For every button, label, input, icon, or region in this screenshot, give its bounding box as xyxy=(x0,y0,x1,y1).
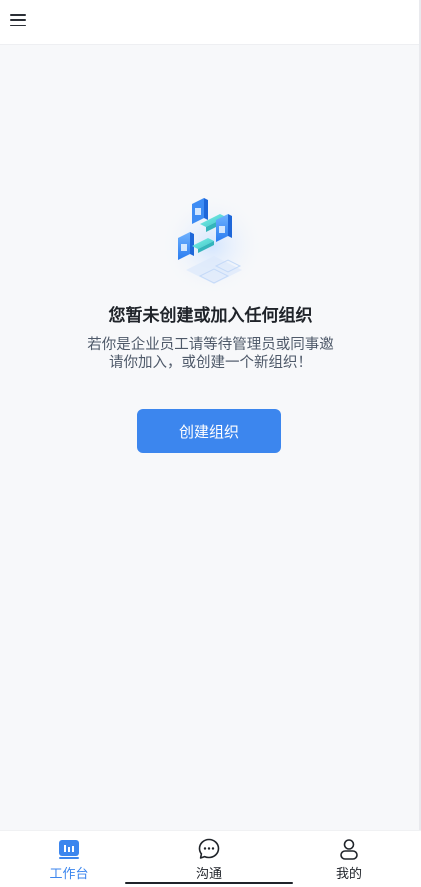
empty-state-title: 您暂未创建或加入任何组织 xyxy=(108,306,313,326)
empty-state-description: 若你是企业员工请等待管理员或同事邀请你加入，或创建一个新组织！ xyxy=(87,337,334,371)
empty-state: 您暂未创建或加入任何组织 若你是企业员工请等待管理员或同事邀请你加入，或创建一个… xyxy=(0,190,421,372)
tab-label: 沟通 xyxy=(195,867,222,882)
home-indicator xyxy=(125,882,293,884)
workbench-icon xyxy=(59,840,79,859)
tab-chat[interactable]: 沟通 xyxy=(159,831,259,887)
tab-profile[interactable]: 我的 xyxy=(299,831,399,887)
tab-workbench[interactable]: 工作台 xyxy=(19,831,119,887)
blocks-illustration xyxy=(159,193,264,297)
top-bar xyxy=(0,0,421,45)
chat-bubble-icon xyxy=(198,838,220,859)
tab-label: 工作台 xyxy=(49,867,89,882)
create-organization-button[interactable]: 创建组织 xyxy=(137,409,281,453)
tab-label: 我的 xyxy=(335,867,362,882)
hamburger-menu-icon[interactable] xyxy=(10,12,26,28)
profile-icon xyxy=(340,839,358,860)
bottom-tab-bar: 工作台 沟通 我的 xyxy=(0,830,421,887)
